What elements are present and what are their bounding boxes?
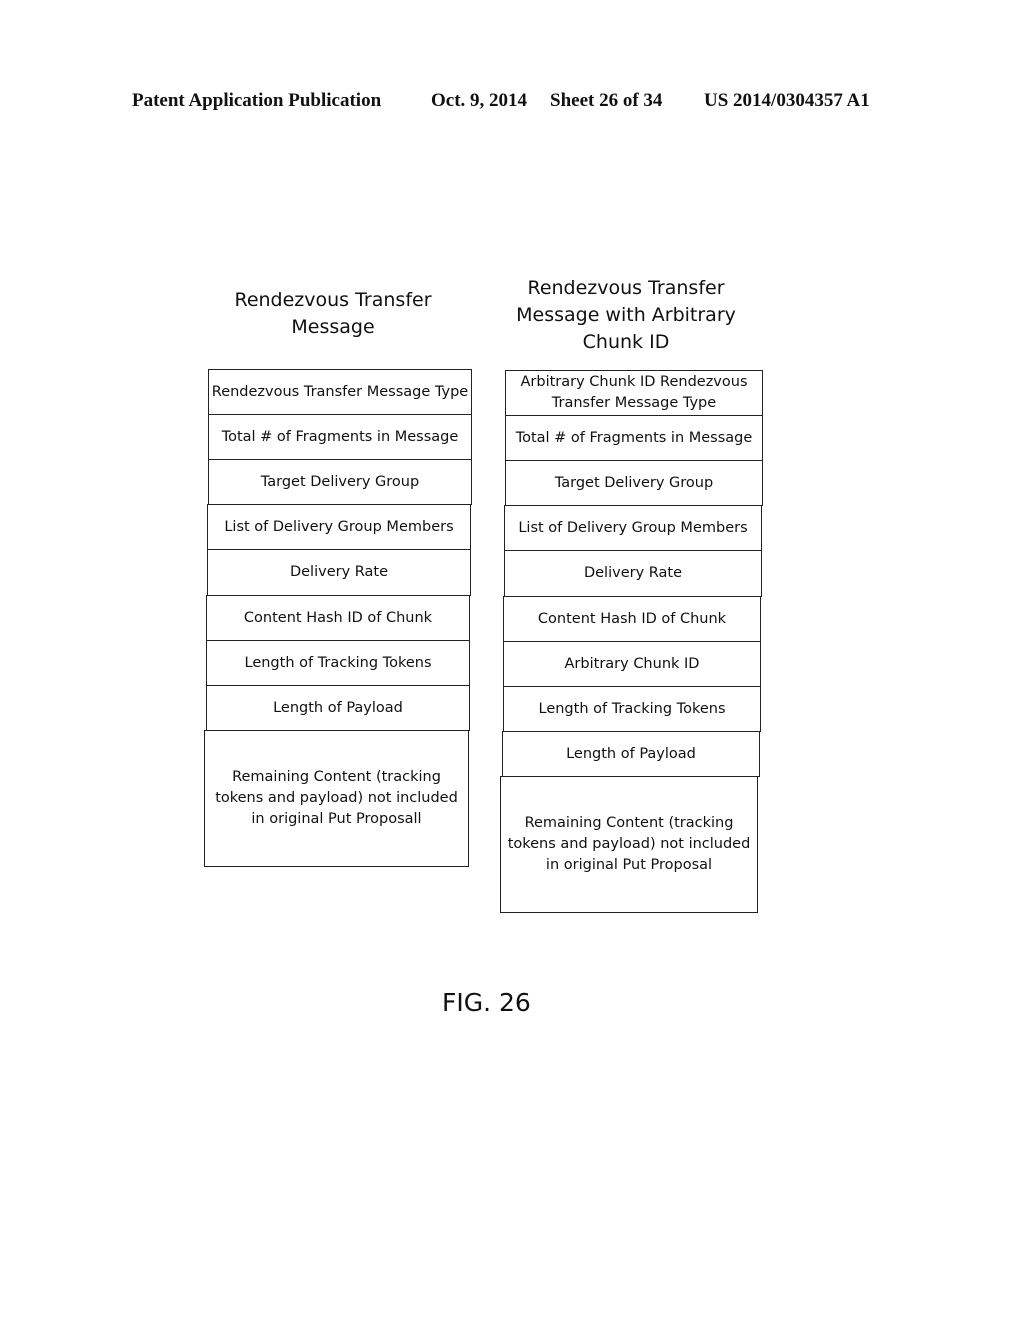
field-cell: Target Delivery Group bbox=[505, 460, 763, 506]
field-cell: List of Delivery Group Members bbox=[504, 505, 762, 551]
field-cell: Delivery Rate bbox=[207, 549, 471, 596]
right-title-line: Chunk ID bbox=[582, 331, 670, 353]
field-cell: Remaining Content (tracking tokens and p… bbox=[500, 776, 758, 913]
field-cell: Delivery Rate bbox=[504, 550, 762, 597]
publication-date: Oct. 9, 2014 bbox=[431, 90, 528, 111]
field-cell: Content Hash ID of Chunk bbox=[206, 595, 470, 641]
figure-label: FIG. 26 bbox=[442, 988, 531, 1017]
field-cell: Rendezvous Transfer Message Type bbox=[208, 369, 472, 415]
field-cell: Arbitrary Chunk ID bbox=[503, 641, 761, 687]
left-title-line: Rendezvous Transfer bbox=[234, 289, 432, 311]
field-cell: Length of Tracking Tokens bbox=[206, 640, 470, 686]
field-cell: List of Delivery Group Members bbox=[207, 504, 471, 550]
field-cell: Length of Tracking Tokens bbox=[503, 686, 761, 732]
field-cell: Total # of Fragments in Message bbox=[208, 414, 472, 460]
publication-label: Patent Application Publication bbox=[132, 90, 382, 111]
left-diagram-title: Rendezvous Transfer Message bbox=[208, 287, 458, 341]
field-cell: Total # of Fragments in Message bbox=[505, 415, 763, 461]
field-cell: Remaining Content (tracking tokens and p… bbox=[204, 730, 469, 867]
field-cell: Length of Payload bbox=[206, 685, 470, 731]
right-title-line: Rendezvous Transfer bbox=[527, 277, 725, 299]
field-cell: Target Delivery Group bbox=[208, 459, 472, 505]
left-title-line: Message bbox=[291, 316, 375, 338]
right-diagram-title: Rendezvous Transfer Message with Arbitra… bbox=[500, 275, 752, 356]
field-cell: Arbitrary Chunk ID Rendezvous Transfer M… bbox=[505, 370, 763, 416]
patent-number: US 2014/0304357 A1 bbox=[704, 90, 870, 111]
field-cell: Content Hash ID of Chunk bbox=[503, 596, 761, 642]
right-title-line: Message with Arbitrary bbox=[516, 304, 736, 326]
field-cell: Length of Payload bbox=[502, 731, 760, 777]
sheet-number: Sheet 26 of 34 bbox=[550, 90, 663, 111]
